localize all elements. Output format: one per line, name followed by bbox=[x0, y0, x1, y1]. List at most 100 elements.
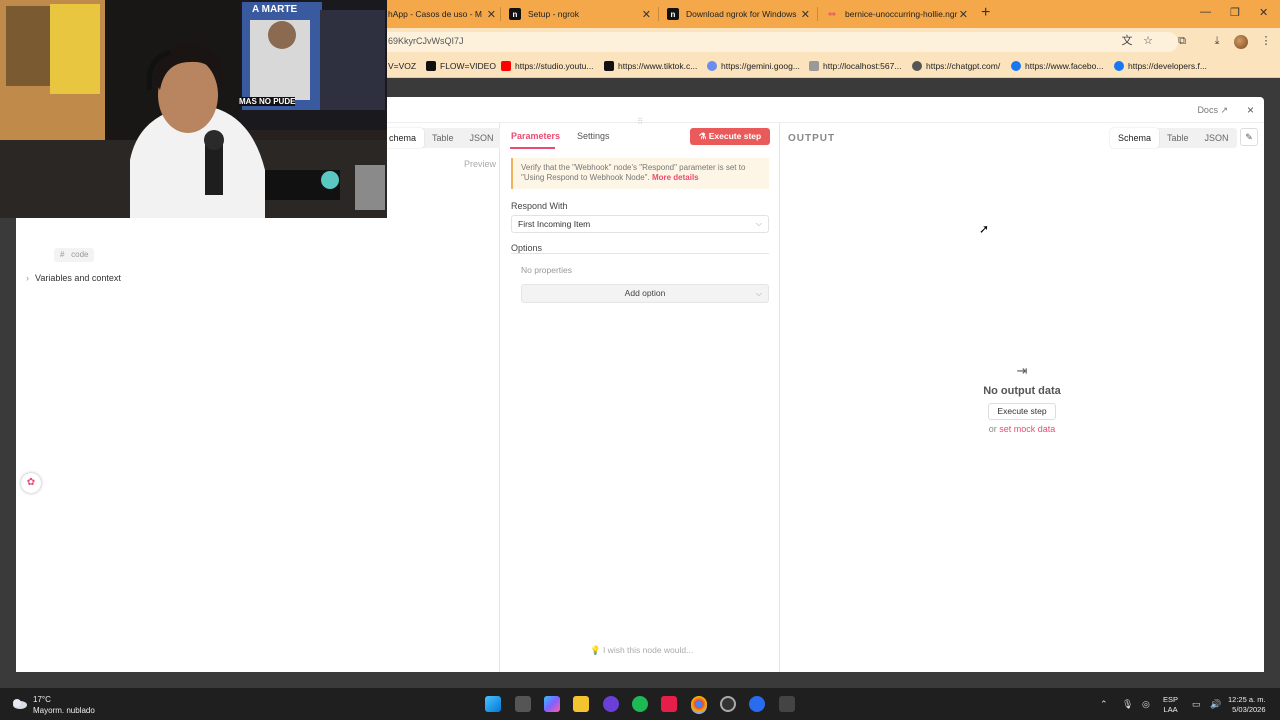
download-icon[interactable]: ⤓ bbox=[1210, 34, 1224, 48]
tiktok-icon[interactable] bbox=[661, 696, 677, 712]
bookmark-item[interactable]: https://chatgpt.com/ bbox=[912, 61, 1000, 71]
new-tab-button[interactable]: + bbox=[981, 4, 990, 22]
bookmark-item[interactable]: https://studio.youtu... bbox=[501, 61, 593, 71]
preview-label: Preview bbox=[464, 159, 497, 169]
link-icon bbox=[809, 61, 819, 71]
temperature: 17°C bbox=[33, 695, 51, 704]
app-icon[interactable] bbox=[749, 696, 765, 712]
input-view-schema[interactable]: chema bbox=[381, 128, 425, 148]
set-mock-data-link[interactable]: set mock data bbox=[999, 424, 1055, 434]
extensions-icon[interactable]: ⧉ bbox=[1175, 34, 1189, 48]
docs-link[interactable]: Docs ↗ bbox=[1197, 105, 1228, 116]
terminal-icon[interactable] bbox=[779, 696, 795, 712]
active-tab-indicator bbox=[510, 147, 555, 149]
app-icon[interactable] bbox=[603, 696, 619, 712]
bookmark-item[interactable]: https://developers.f... bbox=[1114, 61, 1207, 71]
execute-step-button[interactable]: ⚗ Execute step bbox=[690, 128, 770, 145]
more-details-link[interactable]: More details bbox=[652, 173, 699, 182]
browser-tab-4[interactable]: ⚯ bernice-unoccurring-hollie.ngr ✕ bbox=[826, 3, 968, 25]
tab-separator bbox=[658, 7, 659, 21]
browser-tab-2[interactable]: n Setup - ngrok ✕ bbox=[509, 3, 651, 25]
tiktok-icon bbox=[604, 61, 614, 71]
browser-tab-1[interactable]: hApp - Casos de uso - M ✕ bbox=[388, 3, 496, 25]
maximize-icon[interactable]: ❐ bbox=[1230, 6, 1240, 19]
file-explorer-icon[interactable] bbox=[573, 696, 589, 712]
output-title: OUTPUT bbox=[788, 133, 836, 144]
warning-notice: Verify that the "Webhook" node's "Respon… bbox=[511, 158, 769, 189]
ngrok-icon: n bbox=[667, 8, 679, 20]
bookmark-item[interactable]: V=VOZ bbox=[388, 61, 416, 71]
tab-label: Setup - ngrok bbox=[528, 9, 580, 19]
tab-separator bbox=[817, 7, 818, 21]
spotify-icon[interactable] bbox=[632, 696, 648, 712]
browser-tab-3[interactable]: n Download ngrok for Windows ✕ bbox=[667, 3, 810, 25]
tab-label: hApp - Casos de uso - M bbox=[388, 9, 483, 19]
output-pane: OUTPUT Schema Table JSON ✎ ⇥ No output d… bbox=[780, 123, 1264, 672]
microphone-icon[interactable]: 🎙 bbox=[1122, 699, 1133, 710]
taskbar: 17°C Mayorm. nublado ⌃ 🎙 ◎ ESP LAA ▭ 🔊 1… bbox=[0, 688, 1280, 720]
input-view-json[interactable]: JSON bbox=[462, 128, 502, 148]
star-icon[interactable]: ☆ bbox=[1141, 34, 1155, 48]
divider bbox=[511, 253, 769, 254]
bookmark-item[interactable]: https://www.facebo... bbox=[1011, 61, 1103, 71]
bookmark-item[interactable]: FLOW=VIDEO bbox=[426, 61, 496, 71]
tab-close-icon[interactable]: ✕ bbox=[801, 8, 810, 21]
ngrok-icon: n bbox=[509, 8, 521, 20]
arrow-right-to-line-icon: ⇥ bbox=[1016, 363, 1028, 378]
webcam-overlay: A MARTE MAS NO PUDE bbox=[0, 0, 387, 218]
cloud-icon bbox=[13, 699, 27, 709]
chevron-up-icon[interactable]: ⌃ bbox=[1100, 699, 1108, 710]
obs-icon[interactable] bbox=[720, 696, 736, 712]
variables-and-context[interactable]: › Variables and context bbox=[26, 273, 121, 283]
code-chip[interactable]: # code bbox=[54, 248, 95, 262]
window-close-icon[interactable]: ✕ bbox=[1259, 6, 1268, 19]
output-view-table[interactable]: Table bbox=[1159, 128, 1197, 148]
menu-icon[interactable]: ⋮ bbox=[1259, 34, 1273, 48]
tab-settings[interactable]: Settings bbox=[577, 131, 610, 141]
volume-icon[interactable]: 🔊 bbox=[1210, 699, 1221, 710]
output-view-json[interactable]: JSON bbox=[1197, 128, 1237, 148]
input-view-table[interactable]: Table bbox=[424, 128, 462, 148]
url-field[interactable]: 69KkyrCJvWsQI7J bbox=[378, 32, 1178, 52]
options-label: Options bbox=[511, 243, 543, 253]
chrome-icon[interactable] bbox=[691, 696, 707, 712]
gemini-icon bbox=[707, 61, 717, 71]
no-output-text: No output data bbox=[983, 385, 1061, 397]
language-indicator[interactable]: ESP LAA bbox=[1163, 695, 1178, 715]
url-text: 69KkyrCJvWsQI7J bbox=[388, 36, 464, 46]
weather-widget[interactable]: 17°C Mayorm. nublado bbox=[33, 694, 95, 716]
start-icon[interactable] bbox=[485, 696, 501, 712]
output-view-switcher: Schema Table JSON bbox=[1110, 128, 1237, 148]
tab-close-icon[interactable]: ✕ bbox=[642, 8, 651, 21]
output-execute-step-button[interactable]: Execute step bbox=[988, 403, 1056, 420]
drag-handle-icon[interactable]: ⠿ bbox=[620, 117, 660, 126]
system-clock[interactable]: 12:25 a. m. 5/03/2026 bbox=[1228, 695, 1266, 715]
minimize-icon[interactable]: — bbox=[1200, 6, 1211, 18]
task-view-icon[interactable] bbox=[515, 696, 531, 712]
close-icon[interactable]: × bbox=[1247, 103, 1254, 117]
facebook-icon bbox=[1114, 61, 1124, 71]
chevron-down-icon: ⌵ bbox=[755, 289, 762, 298]
respond-with-select[interactable]: First Incoming Item ⌵ bbox=[511, 215, 769, 233]
tab-close-icon[interactable]: ✕ bbox=[487, 8, 496, 21]
output-view-schema[interactable]: Schema bbox=[1110, 128, 1160, 148]
profile-avatar[interactable] bbox=[1234, 35, 1248, 49]
poster-text: MAS NO PUDE bbox=[239, 97, 296, 106]
bookmark-item[interactable]: https://gemini.goog... bbox=[707, 61, 800, 71]
bookmark-item[interactable]: https://www.tiktok.c... bbox=[604, 61, 697, 71]
network-icon[interactable]: ◎ bbox=[1142, 699, 1150, 710]
no-properties-text: No properties bbox=[521, 265, 573, 275]
display-icon[interactable]: ▭ bbox=[1192, 699, 1201, 710]
mouse-cursor-icon: ➚ bbox=[979, 222, 990, 236]
edit-pencil-icon[interactable]: ✎ bbox=[1240, 128, 1258, 146]
weather-condition: Mayorm. nublado bbox=[33, 706, 95, 715]
tab-close-icon[interactable]: ✕ bbox=[959, 8, 968, 21]
translate-icon[interactable]: 文 bbox=[1120, 34, 1134, 48]
copilot-icon[interactable] bbox=[544, 696, 560, 712]
bookmark-item[interactable]: http://localhost:567... bbox=[809, 61, 901, 71]
add-option-button[interactable]: Add option ⌵ bbox=[521, 284, 769, 303]
tab-parameters[interactable]: Parameters bbox=[511, 131, 560, 141]
feedback-link[interactable]: 💡 I wish this node would... bbox=[590, 645, 693, 656]
n8n-icon[interactable]: ✿ bbox=[21, 473, 41, 493]
input-view-switcher: chema Table JSON bbox=[381, 128, 502, 148]
